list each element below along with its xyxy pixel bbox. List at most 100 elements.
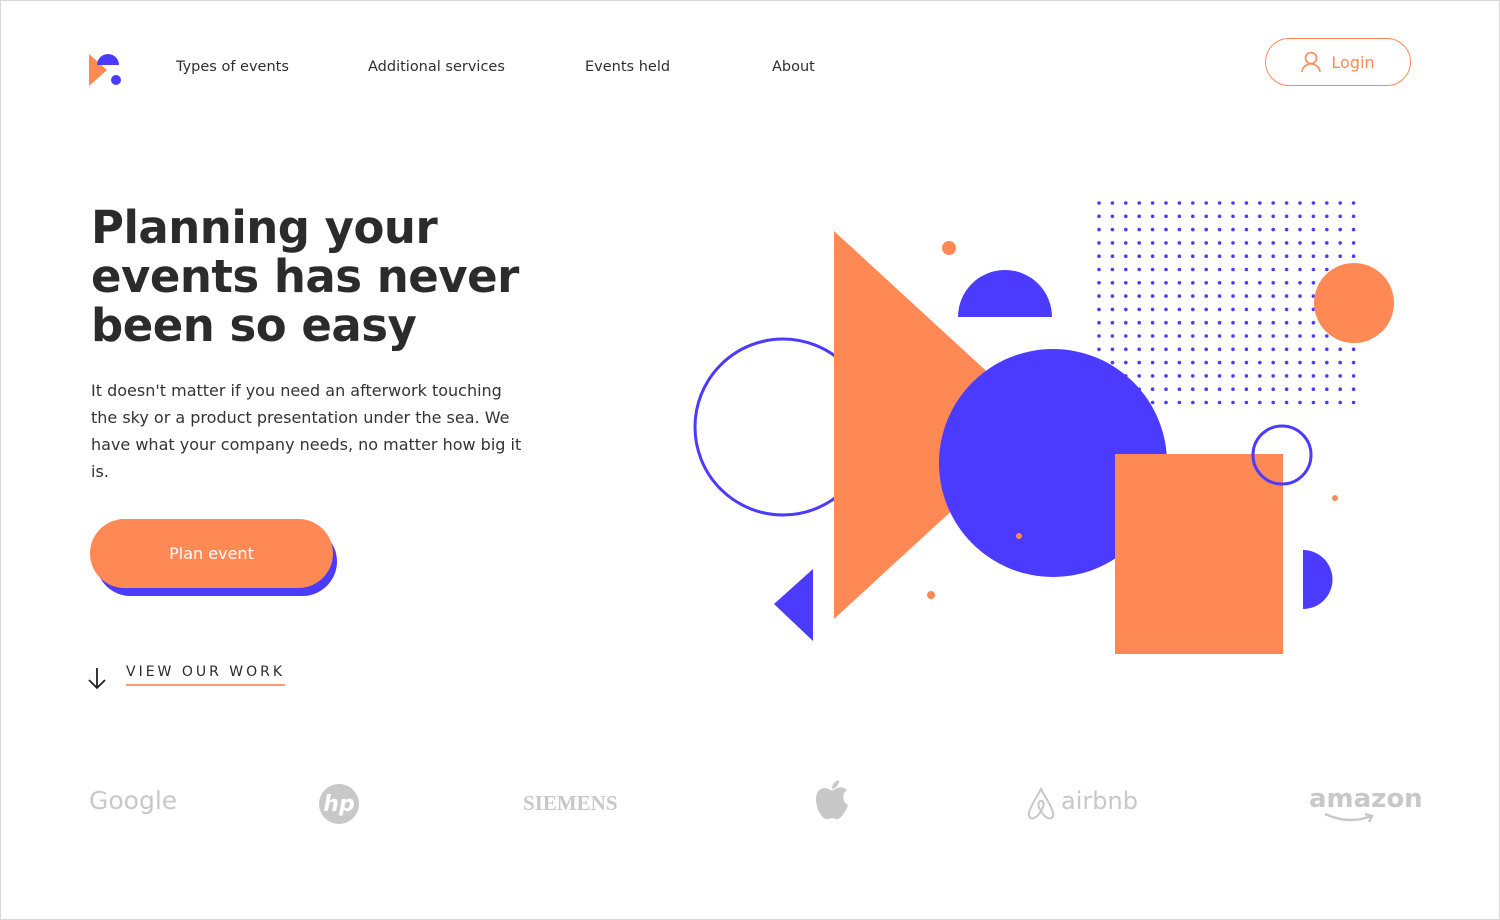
grid-dot	[1150, 374, 1155, 378]
grid-dot	[1164, 374, 1168, 378]
grid-dot	[1258, 214, 1262, 219]
grid-dot	[1124, 294, 1128, 298]
grid-dot	[1258, 400, 1262, 405]
grid-dot	[1191, 334, 1195, 338]
grid-dot	[1217, 320, 1222, 325]
orange-dot	[1332, 495, 1338, 501]
grid-dot	[1284, 201, 1289, 205]
grid-dot	[1124, 360, 1128, 365]
grid-dot	[1284, 347, 1289, 352]
grid-dot	[1177, 307, 1182, 312]
grid-dot	[1177, 334, 1182, 338]
grid-dot	[1284, 241, 1289, 245]
grid-dot	[1351, 241, 1356, 245]
grid-dot	[1150, 201, 1155, 205]
grid-dot	[1244, 320, 1249, 325]
grid-dot	[1298, 227, 1302, 232]
grid-dot	[1258, 347, 1262, 352]
blue-small-triangle	[774, 569, 813, 641]
grid-dot	[1311, 400, 1316, 405]
grid-dot	[1351, 347, 1356, 352]
orange-dot	[927, 591, 935, 599]
grid-dot	[1110, 254, 1115, 258]
grid-dot	[1258, 360, 1262, 365]
grid-dot	[1097, 334, 1101, 338]
grid-dot	[1217, 267, 1222, 272]
grid-dot	[1258, 387, 1262, 392]
grid-dot	[1097, 281, 1101, 285]
grid-dot	[1311, 214, 1316, 219]
grid-dot	[1191, 254, 1195, 258]
grid-dot	[1351, 227, 1356, 232]
grid-dot	[1124, 347, 1128, 352]
grid-dot	[1258, 281, 1262, 285]
grid-dot	[1298, 214, 1302, 219]
grid-dot	[1258, 201, 1262, 205]
grid-dot	[1325, 347, 1329, 352]
grid-dot	[1097, 227, 1101, 232]
grid-dot	[1137, 374, 1141, 378]
grid-dot	[1124, 307, 1128, 312]
orange-square	[1115, 454, 1283, 654]
grid-dot	[1191, 201, 1195, 205]
grid-dot	[1258, 294, 1262, 298]
grid-dot	[1204, 254, 1208, 258]
grid-dot	[1258, 241, 1262, 245]
grid-dot	[1124, 267, 1128, 272]
grid-dot	[1298, 267, 1302, 272]
hero-illustration	[693, 201, 1394, 654]
grid-dot	[1204, 347, 1208, 352]
grid-dot	[1271, 281, 1275, 285]
grid-dot	[1338, 214, 1342, 219]
grid-dot	[1177, 400, 1182, 405]
grid-dot	[1298, 307, 1302, 312]
grid-dot	[1124, 320, 1128, 325]
grid-dot	[1177, 281, 1182, 285]
grid-dot	[1284, 281, 1289, 285]
grid-dot	[1244, 227, 1249, 232]
logo-siemens: SIEMENS	[523, 791, 618, 815]
grid-dot	[1271, 400, 1275, 405]
grid-dot	[1244, 347, 1249, 352]
grid-dot	[1164, 320, 1168, 325]
grid-dot	[1311, 334, 1316, 338]
grid-dot	[1284, 307, 1289, 312]
grid-dot	[1137, 267, 1141, 272]
grid-dot	[1231, 214, 1235, 219]
grid-dot	[1231, 294, 1235, 298]
grid-dot	[1137, 347, 1141, 352]
grid-dot	[1217, 281, 1222, 285]
grid-dot	[1311, 360, 1316, 365]
grid-dot	[1217, 214, 1222, 219]
grid-dot	[1271, 201, 1275, 205]
grid-dot	[1351, 254, 1356, 258]
grid-dot	[1311, 281, 1316, 285]
grid-dot	[1150, 320, 1155, 325]
grid-dot	[1271, 360, 1275, 365]
grid-dot	[1110, 267, 1115, 272]
grid-dot	[1231, 334, 1235, 338]
grid-dot	[1177, 360, 1182, 365]
grid-dot	[1258, 254, 1262, 258]
grid-dot	[1311, 387, 1316, 392]
grid-dot	[1231, 347, 1235, 352]
grid-dot	[1097, 254, 1101, 258]
grid-dot	[1110, 347, 1115, 352]
grid-dot	[1124, 227, 1128, 232]
grid-dot	[1137, 334, 1141, 338]
grid-dot	[1271, 214, 1275, 219]
grid-dot	[1110, 201, 1115, 205]
grid-dot	[1244, 387, 1249, 392]
grid-dot	[1110, 334, 1115, 338]
grid-dot	[1325, 267, 1329, 272]
grid-dot	[1137, 294, 1141, 298]
grid-dot	[1204, 400, 1208, 405]
grid-dot	[1124, 241, 1128, 245]
grid-dot	[1271, 387, 1275, 392]
grid-dot	[1191, 227, 1195, 232]
grid-dot	[1325, 360, 1329, 365]
grid-dot	[1150, 400, 1155, 405]
grid-dot	[1325, 374, 1329, 378]
grid-dot	[1204, 227, 1208, 232]
grid-dot	[1217, 387, 1222, 392]
